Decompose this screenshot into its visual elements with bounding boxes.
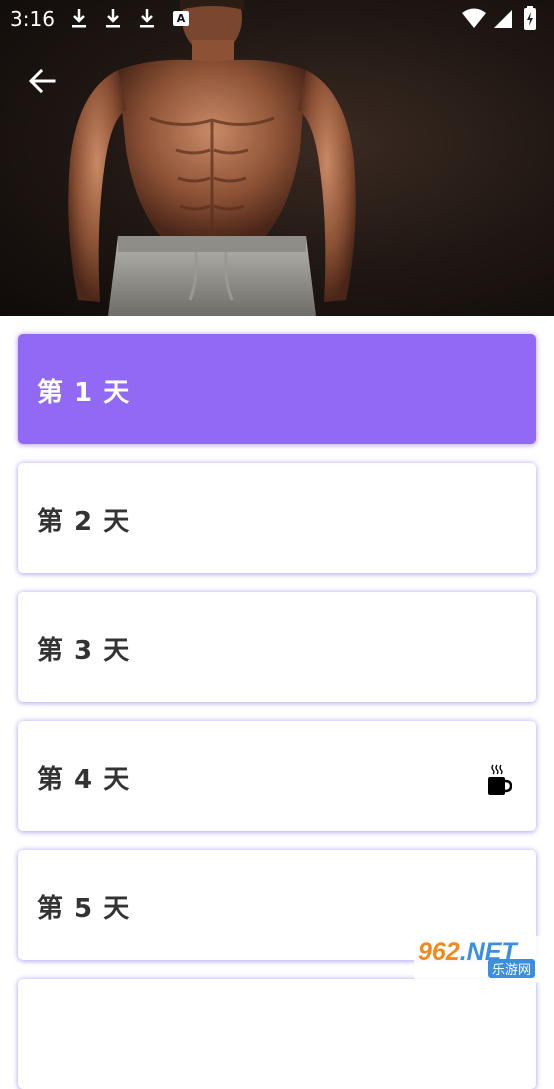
signal-icon xyxy=(494,10,512,28)
arrow-left-icon xyxy=(28,68,56,94)
day-label: 第 2 天 xyxy=(37,507,131,537)
download-icon xyxy=(140,9,154,28)
wifi-icon xyxy=(462,8,486,28)
site-watermark: 962.NET 乐游网 xyxy=(414,936,550,982)
day-card-3[interactable]: 第 3 天 xyxy=(18,592,536,702)
day-label: 第 4 天 xyxy=(37,765,131,795)
status-time: 3:16 xyxy=(10,7,55,31)
status-right-icons xyxy=(460,6,546,37)
watermark-logo-number: 962 xyxy=(418,938,460,966)
header-image: 3:16 A xyxy=(0,0,554,316)
download-icon xyxy=(106,9,120,28)
day-card-1[interactable]: 第 1 天 xyxy=(18,334,536,444)
day-label: 第 3 天 xyxy=(37,636,131,666)
battery-charging-icon xyxy=(524,6,536,30)
back-button[interactable] xyxy=(26,64,60,98)
coffee-cup-icon xyxy=(488,764,512,795)
day-label: 第 1 天 xyxy=(37,378,131,408)
status-bar: 3:16 A xyxy=(0,0,554,38)
watermark-site-name: 乐游网 xyxy=(488,959,536,978)
a-icon: A xyxy=(173,11,189,26)
muscular-man-illustration xyxy=(68,0,356,316)
day-card-6-partial[interactable] xyxy=(18,979,536,1089)
day-label: 第 5 天 xyxy=(37,894,131,924)
day-card-2[interactable]: 第 2 天 xyxy=(18,463,536,573)
download-icon xyxy=(72,9,86,28)
day-card-4[interactable]: 第 4 天 xyxy=(18,721,536,831)
